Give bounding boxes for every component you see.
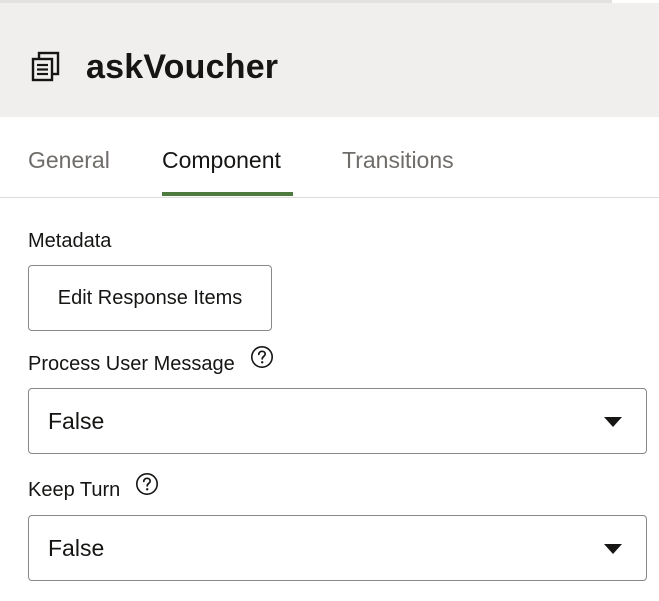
process-user-message-value: False xyxy=(48,408,105,434)
keep-turn-value: False xyxy=(48,535,105,561)
document-stack-icon xyxy=(30,51,61,82)
process-user-message-select[interactable]: False xyxy=(28,388,647,454)
help-icon[interactable] xyxy=(250,345,274,369)
tab-bar: General Component Transitions xyxy=(0,117,659,198)
tab-transitions[interactable]: Transitions xyxy=(342,144,454,176)
page-header: askVoucher xyxy=(0,3,659,117)
edit-response-items-button[interactable]: Edit Response Items xyxy=(28,265,272,331)
keep-turn-label: Keep Turn xyxy=(28,479,121,501)
process-user-message-label: Process User Message xyxy=(28,353,235,375)
active-tab-indicator xyxy=(162,192,293,196)
tab-component[interactable]: Component xyxy=(162,144,281,176)
keep-turn-select[interactable]: False xyxy=(28,515,647,581)
metadata-label: Metadata xyxy=(28,230,112,252)
page-title: askVoucher xyxy=(86,48,279,86)
tab-general[interactable]: General xyxy=(28,144,110,176)
help-icon[interactable] xyxy=(135,472,159,496)
chevron-down-icon xyxy=(604,417,622,427)
chevron-down-icon xyxy=(604,544,622,554)
